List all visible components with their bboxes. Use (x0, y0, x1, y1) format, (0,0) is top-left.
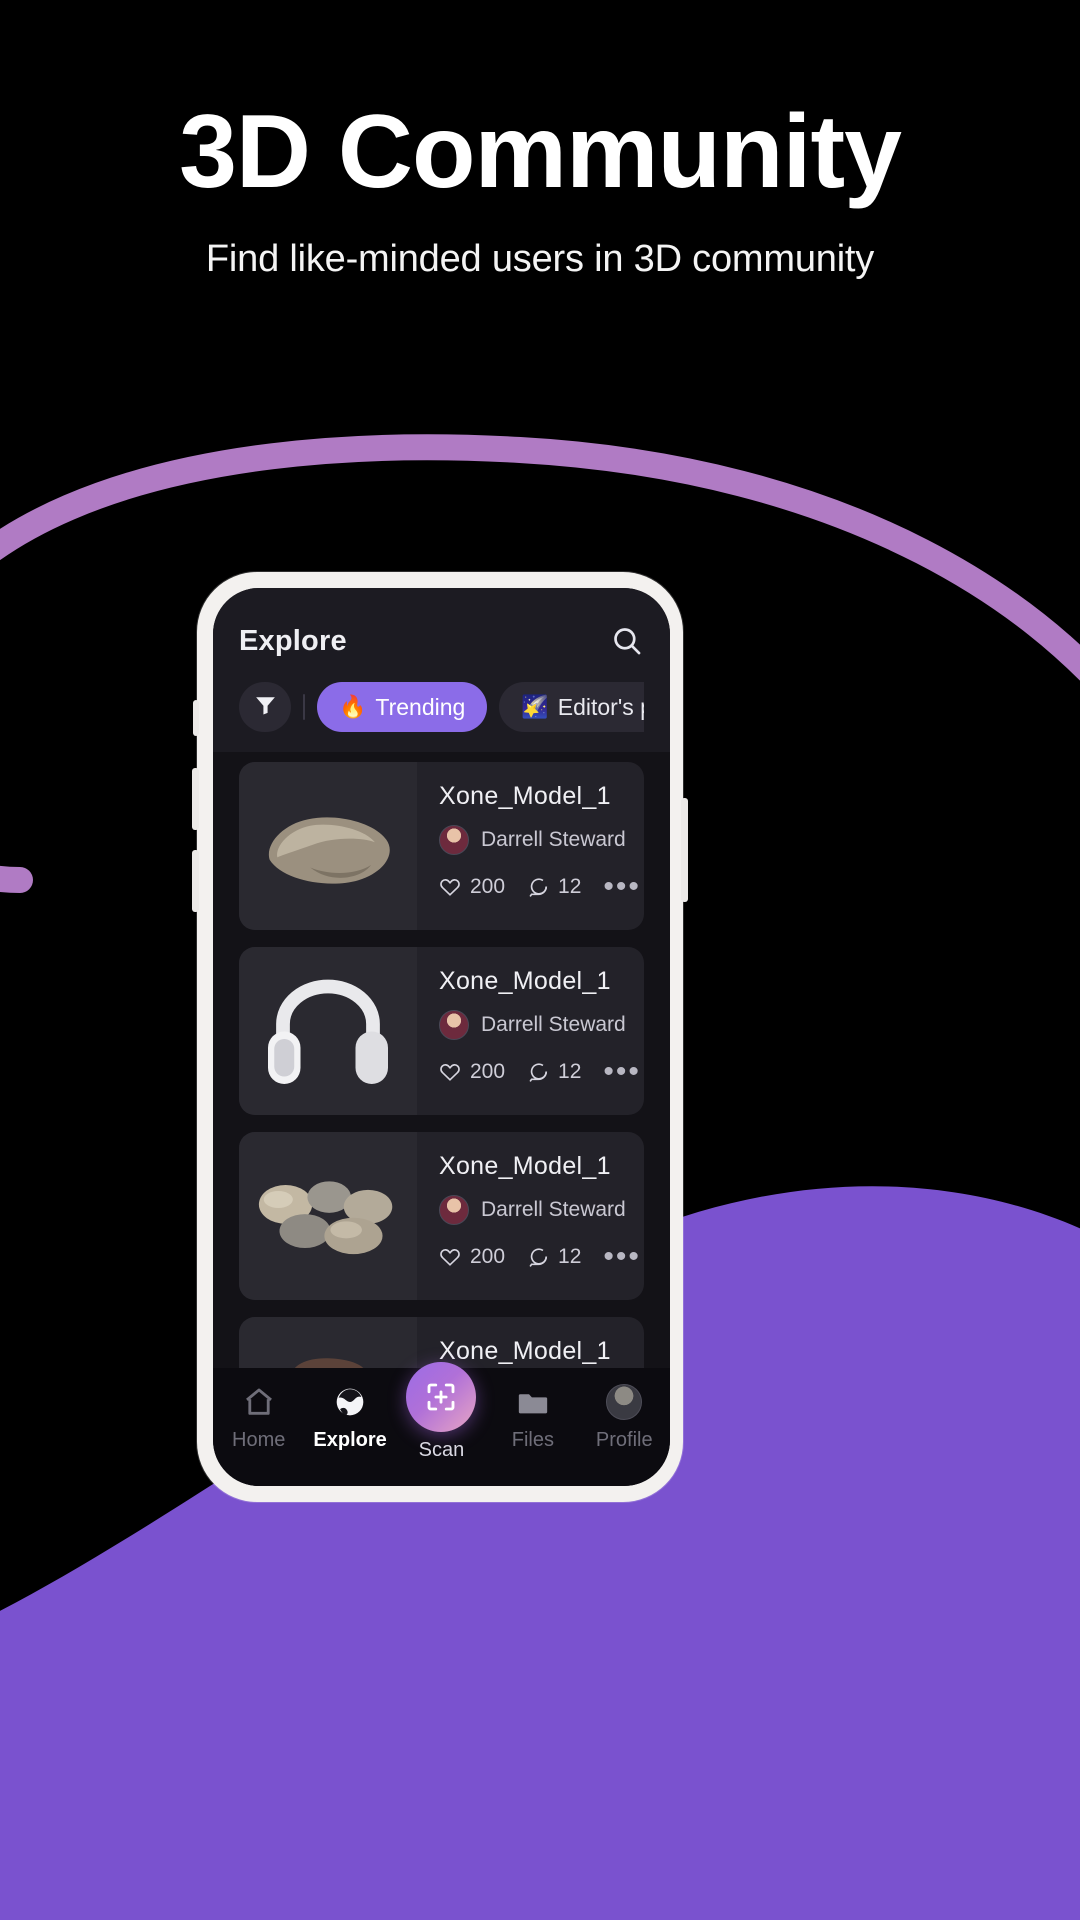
model-name: Xone_Model_1 (439, 782, 611, 810)
shooting-star-icon: 🌠 (521, 694, 549, 719)
headphones-3d-model (268, 979, 388, 1084)
more-options-icon[interactable]: ••• (603, 1057, 644, 1087)
comment-stat[interactable]: 12 (527, 1060, 581, 1084)
author-name: Darrell Steward (481, 828, 626, 851)
model-name: Xone_Model_1 (439, 1152, 611, 1180)
search-icon[interactable] (610, 624, 644, 658)
phone-mute-button (193, 700, 199, 736)
nav-item-home[interactable]: Home (215, 1382, 303, 1452)
model-thumbnail (239, 762, 417, 930)
model-thumbnail (239, 947, 417, 1115)
phone-power-button (681, 798, 688, 902)
like-count: 200 (470, 875, 506, 898)
nav-item-scan[interactable]: Scan (397, 1362, 485, 1462)
model-author: Darrell Steward (439, 1195, 644, 1225)
rock-pile-3d-model (258, 1180, 393, 1254)
chip-label: Trending (375, 693, 466, 720)
chip-editors-pick[interactable]: 🌠 Editor's pick (499, 682, 644, 732)
model-author: Darrell Steward (439, 825, 644, 855)
comment-stat[interactable]: 12 (527, 1245, 581, 1269)
page-title: 3D Community (179, 94, 902, 210)
nav-label: Home (232, 1429, 286, 1451)
like-count: 200 (470, 1060, 506, 1083)
nav-item-explore[interactable]: Explore (306, 1382, 394, 1452)
phone-volume-down-button (192, 850, 199, 912)
chip-trending[interactable]: 🔥 Trending (317, 682, 488, 732)
model-stats: 200 12 ••• (439, 1057, 644, 1087)
model-card-body: Xone_Model_1 Darrell Steward 200 12 (417, 1132, 644, 1300)
heart-icon (440, 879, 460, 896)
like-count: 200 (470, 1245, 506, 1268)
profile-avatar (606, 1384, 643, 1420)
comment-icon (529, 1063, 548, 1082)
scan-plus-icon[interactable] (406, 1362, 477, 1432)
chip-label: Editor's pick (557, 693, 644, 720)
nav-label: Explore (313, 1429, 387, 1451)
model-stats: 200 12 ••• (439, 1242, 644, 1272)
heart-icon (440, 1249, 460, 1266)
comment-count: 12 (558, 1245, 582, 1268)
model-name: Xone_Model_1 (439, 1337, 611, 1365)
more-options-icon[interactable]: ••• (603, 1242, 644, 1272)
model-card-body: Xone_Model_1 Darrell Steward 200 12 (417, 947, 644, 1115)
app-screen: Explore 🔥 Trending 🌠 Editor's Xone_Model… (213, 588, 670, 1486)
avatar (439, 1010, 469, 1040)
fire-icon: 🔥 (339, 694, 367, 719)
app-header: Explore 🔥 Trending 🌠 Editor's (213, 588, 670, 752)
comment-stat[interactable]: 12 (527, 875, 581, 899)
page-subtitle: Find like-minded users in 3D community (205, 238, 875, 280)
comment-icon (529, 878, 548, 897)
chip-divider (303, 694, 305, 720)
like-stat[interactable]: 200 (439, 1245, 505, 1269)
filter-chip-row: 🔥 Trending 🌠 Editor's pick 🏆 Pe (239, 664, 644, 752)
more-options-icon[interactable]: ••• (603, 872, 644, 902)
nav-label: Scan (418, 1439, 465, 1461)
rock-3d-model (268, 817, 390, 884)
comment-icon (529, 1248, 548, 1267)
nav-label: Profile (595, 1429, 653, 1451)
like-stat[interactable]: 200 (439, 875, 505, 899)
author-name: Darrell Steward (481, 1013, 626, 1036)
comment-count: 12 (558, 1060, 582, 1083)
model-card-body: Xone_Model_1 Darrell Steward 200 12 (417, 762, 644, 930)
avatar (439, 825, 469, 855)
funnel-icon (253, 692, 278, 722)
comment-count: 12 (558, 875, 582, 898)
nav-item-files[interactable]: Files (489, 1382, 577, 1452)
avatar (439, 1195, 469, 1225)
globe-icon (333, 1382, 367, 1422)
model-thumbnail (239, 1132, 417, 1300)
table-row[interactable]: Xone_Model_1 Darrell Steward 200 12 (239, 947, 644, 1115)
filter-button[interactable] (239, 682, 291, 732)
folder-icon (516, 1382, 550, 1422)
author-name: Darrell Steward (481, 1198, 626, 1221)
model-stats: 200 12 ••• (439, 872, 644, 902)
bottom-navigation: Home Explore Scan Files Profile (213, 1362, 670, 1486)
table-row[interactable]: Xone_Model_1 Darrell Steward 200 12 (239, 762, 644, 930)
screen-title: Explore (239, 624, 347, 657)
avatar-icon (606, 1382, 643, 1422)
nav-label: Files (511, 1429, 554, 1451)
promo-headline-block: 3D Community Find like-minded users in 3… (0, 100, 1080, 281)
phone-mockup: Explore 🔥 Trending 🌠 Editor's Xone_Model… (192, 572, 688, 1502)
purple-arc-tail (0, 865, 33, 893)
home-icon (242, 1382, 276, 1422)
like-stat[interactable]: 200 (439, 1060, 505, 1084)
model-author: Darrell Steward (439, 1010, 644, 1040)
table-row[interactable]: Xone_Model_1 Darrell Steward 200 12 (239, 1132, 644, 1300)
nav-item-profile[interactable]: Profile (580, 1382, 668, 1452)
heart-icon (440, 1064, 460, 1081)
phone-volume-up-button (192, 768, 199, 830)
model-name: Xone_Model_1 (439, 967, 611, 995)
